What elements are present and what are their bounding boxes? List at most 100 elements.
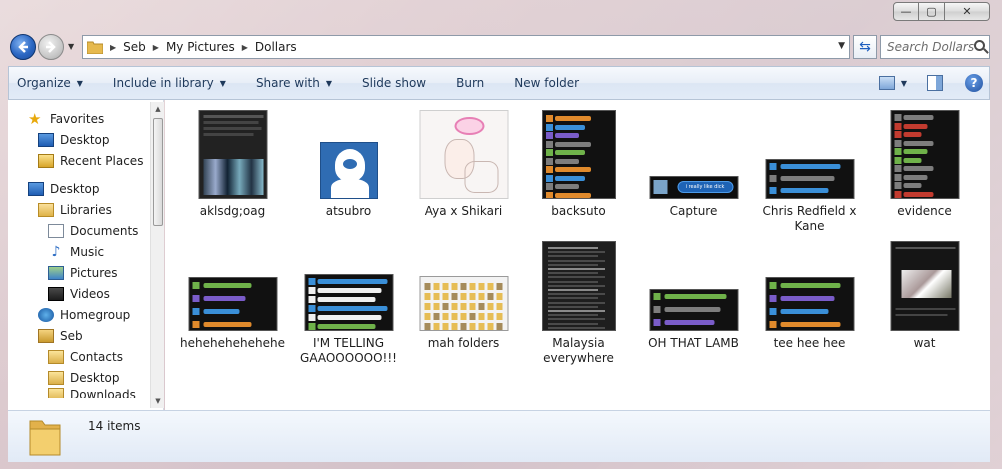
chat-bubble: [554, 124, 585, 130]
file-name: aklsdg;oag: [199, 204, 266, 218]
nav-recent-places[interactable]: Recent Places: [8, 150, 148, 171]
nav-downloads[interactable]: Downloads: [8, 388, 148, 398]
maximize-button[interactable]: ▢: [919, 2, 945, 21]
nav-music[interactable]: ♪ Music: [8, 241, 148, 262]
back-button[interactable]: [10, 34, 36, 60]
burn-button[interactable]: Burn: [456, 76, 484, 90]
thumbnail: [765, 277, 854, 331]
file-name: wat: [913, 336, 936, 350]
refresh-button[interactable]: ⇆: [853, 35, 877, 59]
chevron-right-icon[interactable]: ▶: [153, 43, 159, 52]
view-dropdown-icon[interactable]: ▼: [901, 79, 907, 88]
nav-desktop[interactable]: Desktop: [8, 178, 148, 199]
refresh-icon: ⇆: [859, 39, 871, 55]
change-view-icon[interactable]: [878, 76, 895, 90]
chat-bubble: [780, 322, 840, 327]
scroll-down-icon[interactable]: ▼: [151, 394, 165, 408]
documents-icon: [48, 223, 64, 238]
text-line: [547, 280, 598, 283]
chevron-down-icon: ▼: [219, 78, 226, 88]
explorer-window: — ▢ ✕ ▼ ▶ Seb ▶ My Pictures ▶ Dollars ▼ …: [0, 0, 1002, 469]
mini-folder-icon: [496, 293, 502, 300]
slide-show-button[interactable]: Slide show: [362, 76, 426, 90]
nav-libraries[interactable]: Libraries: [8, 199, 148, 220]
breadcrumb-dollars[interactable]: Dollars: [255, 40, 297, 54]
chat-bubble: [903, 149, 927, 154]
folder-icon: [29, 420, 61, 456]
nav-homegroup[interactable]: Homegroup: [8, 304, 148, 325]
address-bar[interactable]: ▶ Seb ▶ My Pictures ▶ Dollars ▼: [82, 35, 850, 59]
breadcrumb-seb[interactable]: Seb: [123, 40, 146, 54]
minimize-button[interactable]: —: [893, 2, 919, 21]
mini-folder-icon: [469, 323, 475, 330]
file-name: mah folders: [427, 336, 500, 350]
nav-videos[interactable]: Videos: [8, 283, 148, 304]
forward-button[interactable]: [38, 34, 64, 60]
nav-favorites[interactable]: ★ Favorites: [8, 108, 148, 129]
thumbnail: [541, 110, 616, 199]
mini-folder-icon: [460, 283, 466, 290]
nav-desktop-seb[interactable]: Desktop: [8, 367, 148, 388]
chat-avatar: [192, 308, 199, 315]
folder-icon: [87, 41, 103, 54]
mini-folder-icon: [424, 303, 430, 310]
preview-pane-icon[interactable]: [927, 75, 943, 91]
new-folder-button[interactable]: New folder: [514, 76, 579, 90]
breadcrumb-my-pictures[interactable]: My Pictures: [166, 40, 235, 54]
file-name: OH THAT LAMB: [648, 336, 739, 350]
mini-folder-icon: [469, 313, 475, 320]
address-row: ▼ ▶ Seb ▶ My Pictures ▶ Dollars ▼ ⇆ Sear…: [8, 32, 990, 62]
chevron-right-icon[interactable]: ▶: [110, 43, 116, 52]
text-line: [547, 318, 605, 321]
mini-folder-icon: [487, 303, 493, 310]
chat-avatar: [894, 122, 901, 130]
nav-pictures[interactable]: Pictures: [8, 262, 148, 283]
breadcrumb: ▶ Seb ▶ My Pictures ▶ Dollars: [103, 40, 297, 54]
include-in-library-button[interactable]: Include in library ▼: [113, 76, 226, 90]
search-input[interactable]: Search Dollars: [880, 35, 990, 59]
mini-folder-icon: [478, 313, 484, 320]
chat-bubble: [317, 306, 387, 311]
nav-documents[interactable]: Documents: [8, 220, 148, 241]
file-name: backsuto: [551, 204, 606, 218]
text-line: [547, 247, 598, 249]
help-button[interactable]: ?: [965, 74, 983, 92]
mini-folder-icon: [442, 323, 448, 330]
share-with-button[interactable]: Share with ▼: [256, 76, 332, 90]
chat-avatar: [545, 115, 553, 122]
user-folder-icon: [38, 328, 54, 343]
chat-avatar: [653, 306, 660, 313]
chat-avatar: [308, 323, 315, 330]
close-button[interactable]: ✕: [945, 2, 990, 21]
scrollbar-thumb[interactable]: [153, 118, 163, 226]
nav-desktop-favorite[interactable]: Desktop: [8, 129, 148, 150]
address-dropdown-icon[interactable]: ▼: [838, 41, 845, 51]
organize-button[interactable]: Organize ▼: [17, 76, 83, 90]
nav-scrollbar[interactable]: ▲ ▼: [150, 102, 164, 408]
arrow-right-icon: [46, 41, 56, 53]
mini-folder-icon: [496, 323, 502, 330]
file-name: Malaysia everywhere: [543, 336, 614, 365]
nav-seb[interactable]: Seb: [8, 325, 148, 346]
chat-avatar: [653, 293, 660, 300]
chat-avatar: [769, 175, 776, 182]
mini-folder-icon: [442, 313, 448, 320]
chat-avatar: [545, 157, 553, 165]
chat-avatar: [894, 190, 901, 198]
nav-contacts[interactable]: Contacts: [8, 346, 148, 367]
recent-pages-dropdown[interactable]: ▼: [68, 42, 74, 51]
chat-bubble: [780, 176, 834, 181]
chat-avatar: [308, 278, 315, 285]
chat-avatar: [545, 174, 553, 182]
mini-folder-icon: [433, 303, 439, 310]
chat-avatar: [769, 282, 776, 289]
chat-avatar: [894, 156, 901, 164]
mini-folder-icon: [451, 293, 457, 300]
scroll-up-icon[interactable]: ▲: [151, 102, 165, 116]
search-placeholder: Search Dollars: [887, 40, 975, 54]
command-bar: Organize ▼ Include in library ▼ Share with…: [8, 66, 990, 100]
chevron-right-icon[interactable]: ▶: [242, 43, 248, 52]
chat-bubble: [317, 288, 381, 293]
text-line: [547, 314, 598, 317]
mini-folder-icon: [487, 293, 493, 300]
